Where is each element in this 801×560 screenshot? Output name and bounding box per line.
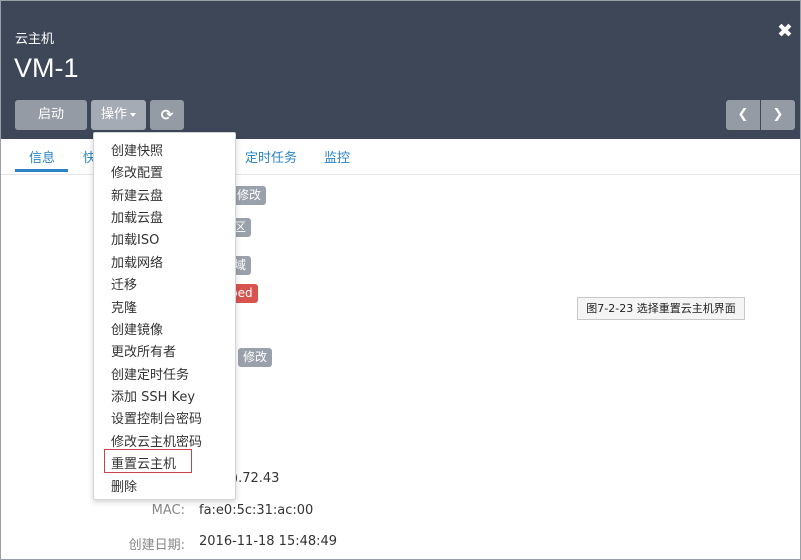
operations-dropdown-button[interactable]: 操作	[91, 100, 146, 130]
menu-item-delete[interactable]: 删除	[111, 476, 137, 495]
panel-header: 云主机 VM-1 ✖ 启动 操作 ⟳ ❮ ❯	[1, 1, 800, 139]
caret-down-icon	[130, 112, 136, 117]
previous-button[interactable]: ❮	[726, 100, 760, 130]
panel-subtitle: 云主机	[15, 32, 55, 47]
operations-button-label: 操作	[100, 107, 127, 122]
start-button[interactable]: 启动	[15, 100, 87, 130]
figure-caption: 图7-2-23 选择重置云主机界面	[577, 297, 745, 320]
tab-scheduled-tasks[interactable]: 定时任务	[245, 147, 297, 166]
menu-item-attach-network[interactable]: 加载网络	[111, 252, 163, 271]
menu-item-add-ssh-key[interactable]: 添加 SSH Key	[111, 386, 195, 405]
start-button-label: 启动	[37, 107, 64, 122]
menu-item-create-snapshot[interactable]: 创建快照	[111, 140, 163, 159]
next-button[interactable]: ❯	[761, 100, 795, 130]
menu-item-migrate[interactable]: 迁移	[111, 274, 137, 293]
ip-value: ).72.43	[233, 471, 280, 486]
mac-label: MAC:	[151, 503, 185, 518]
edit-badge[interactable]: 修改	[232, 186, 267, 205]
mac-value: fa:e0:5c:31:ac:00	[199, 503, 314, 518]
created-date-label: 创建日期:	[128, 538, 185, 553]
vm-detail-panel: 云主机 VM-1 ✖ 启动 操作 ⟳ ❮ ❯ 信息 快 定时任务 监控 修改 区…	[0, 0, 801, 560]
refresh-icon: ⟳	[160, 106, 174, 124]
menu-item-set-console-password[interactable]: 设置控制台密码	[111, 408, 202, 427]
menu-item-create-scheduled-task[interactable]: 创建定时任务	[111, 364, 189, 383]
close-icon[interactable]: ✖	[775, 21, 795, 41]
page-title: VM-1	[14, 53, 79, 83]
edit-badge-2[interactable]: 修改	[238, 348, 273, 367]
menu-item-change-owner[interactable]: 更改所有者	[111, 341, 176, 360]
menu-item-attach-iso[interactable]: 加载ISO	[111, 229, 159, 248]
menu-item-change-vm-password[interactable]: 修改云主机密码	[111, 431, 202, 450]
refresh-button[interactable]: ⟳	[150, 100, 184, 130]
menu-item-attach-volume[interactable]: 加载云盘	[111, 207, 163, 226]
operations-menu: 创建快照 修改配置 新建云盘 加载云盘 加载ISO 加载网络 迁移 克隆 创建镜…	[93, 132, 236, 500]
created-date-value: 2016-11-18 15:48:49	[199, 534, 338, 549]
menu-item-reset-vm[interactable]: 重置云主机	[111, 453, 176, 472]
tab-info[interactable]: 信息	[29, 147, 55, 166]
chevron-left-icon: ❮	[737, 107, 749, 122]
menu-item-modify-config[interactable]: 修改配置	[111, 162, 163, 181]
active-tab-indicator	[15, 169, 68, 172]
chevron-right-icon: ❯	[772, 107, 784, 122]
tab-monitor[interactable]: 监控	[324, 147, 350, 166]
menu-item-new-volume[interactable]: 新建云盘	[111, 185, 163, 204]
menu-item-create-image[interactable]: 创建镜像	[111, 319, 163, 338]
menu-item-clone[interactable]: 克隆	[111, 297, 137, 316]
